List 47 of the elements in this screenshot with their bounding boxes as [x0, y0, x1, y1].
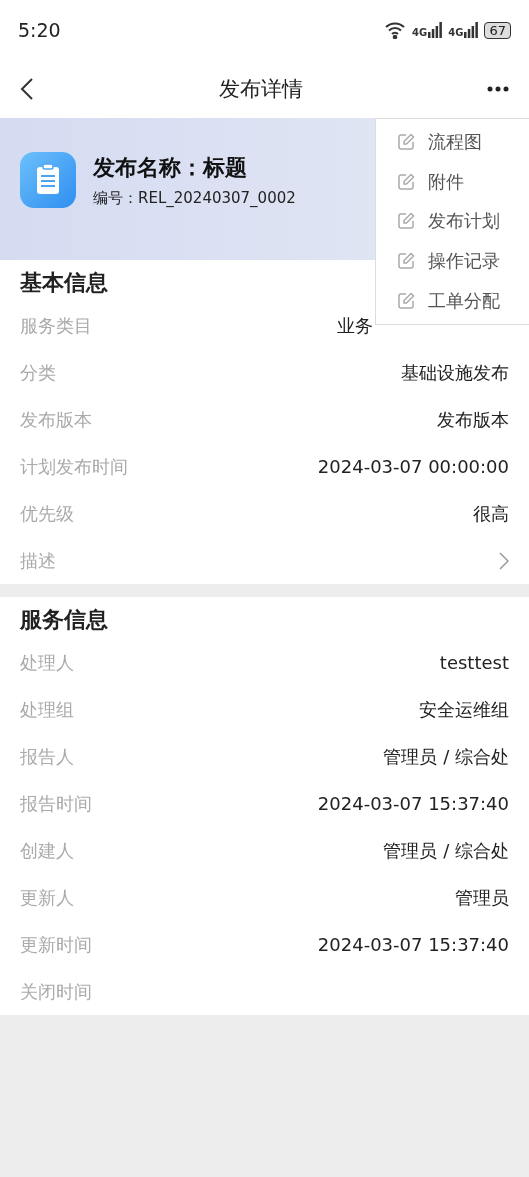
network-label: 4G — [448, 27, 464, 38]
field-label: 分类 — [20, 360, 56, 385]
edit-icon — [396, 171, 416, 192]
field-value: 2024-03-07 15:37:40 — [317, 793, 509, 814]
wifi-icon — [384, 21, 407, 39]
field-value: 发布版本 — [437, 407, 509, 432]
back-icon[interactable] — [20, 77, 34, 101]
field-value: 业务 — [337, 313, 374, 338]
edit-icon — [396, 131, 416, 152]
field-value: 管理员 / 综合处 — [383, 744, 509, 769]
field-value: 安全运维组 — [419, 697, 509, 722]
edit-icon — [396, 251, 416, 272]
field-label: 报告时间 — [20, 791, 92, 816]
signal-icon — [428, 22, 443, 38]
edit-icon — [396, 211, 416, 232]
field-label: 创建人 — [20, 838, 74, 863]
field-label: 处理组 — [20, 697, 74, 722]
chevron-right-icon[interactable] — [499, 551, 509, 570]
edit-icon — [396, 291, 416, 312]
field-label: 描述 — [20, 548, 56, 573]
release-number: 编号：REL_20240307_0002 — [93, 188, 296, 208]
field-label: 更新时间 — [20, 932, 92, 957]
status-time: 5:20 — [18, 19, 61, 41]
release-title: 发布名称：标题 — [93, 153, 248, 182]
field-label: 计划发布时间 — [20, 454, 128, 479]
field-label: 报告人 — [20, 744, 74, 769]
field-value: 2024-03-07 15:37:40 — [317, 934, 509, 955]
field-label: 关闭时间 — [20, 979, 92, 1004]
field-label: 服务类目 — [20, 313, 92, 338]
field-label: 更新人 — [20, 885, 74, 910]
clipboard-icon — [20, 152, 76, 208]
field-label: 处理人 — [20, 650, 74, 675]
field-value: 很高 — [473, 501, 509, 526]
battery-level: 67 — [484, 21, 511, 39]
network-label: 4G — [412, 27, 428, 38]
field-value: 2024-03-07 00:00:00 — [317, 456, 509, 477]
signal-icon — [464, 22, 479, 38]
section-title: 基本信息 — [20, 269, 108, 297]
field-value: 管理员 / 综合处 — [383, 838, 509, 863]
section-title: 服务信息 — [20, 606, 108, 634]
field-label: 优先级 — [20, 501, 74, 526]
page-title: 发布详情 — [218, 76, 303, 103]
field-value: testtest — [439, 652, 509, 673]
field-value: 管理员 — [455, 885, 509, 910]
field-value: 基础设施发布 — [401, 360, 509, 385]
field-label: 发布版本 — [20, 407, 92, 432]
more-icon[interactable] — [487, 86, 509, 92]
